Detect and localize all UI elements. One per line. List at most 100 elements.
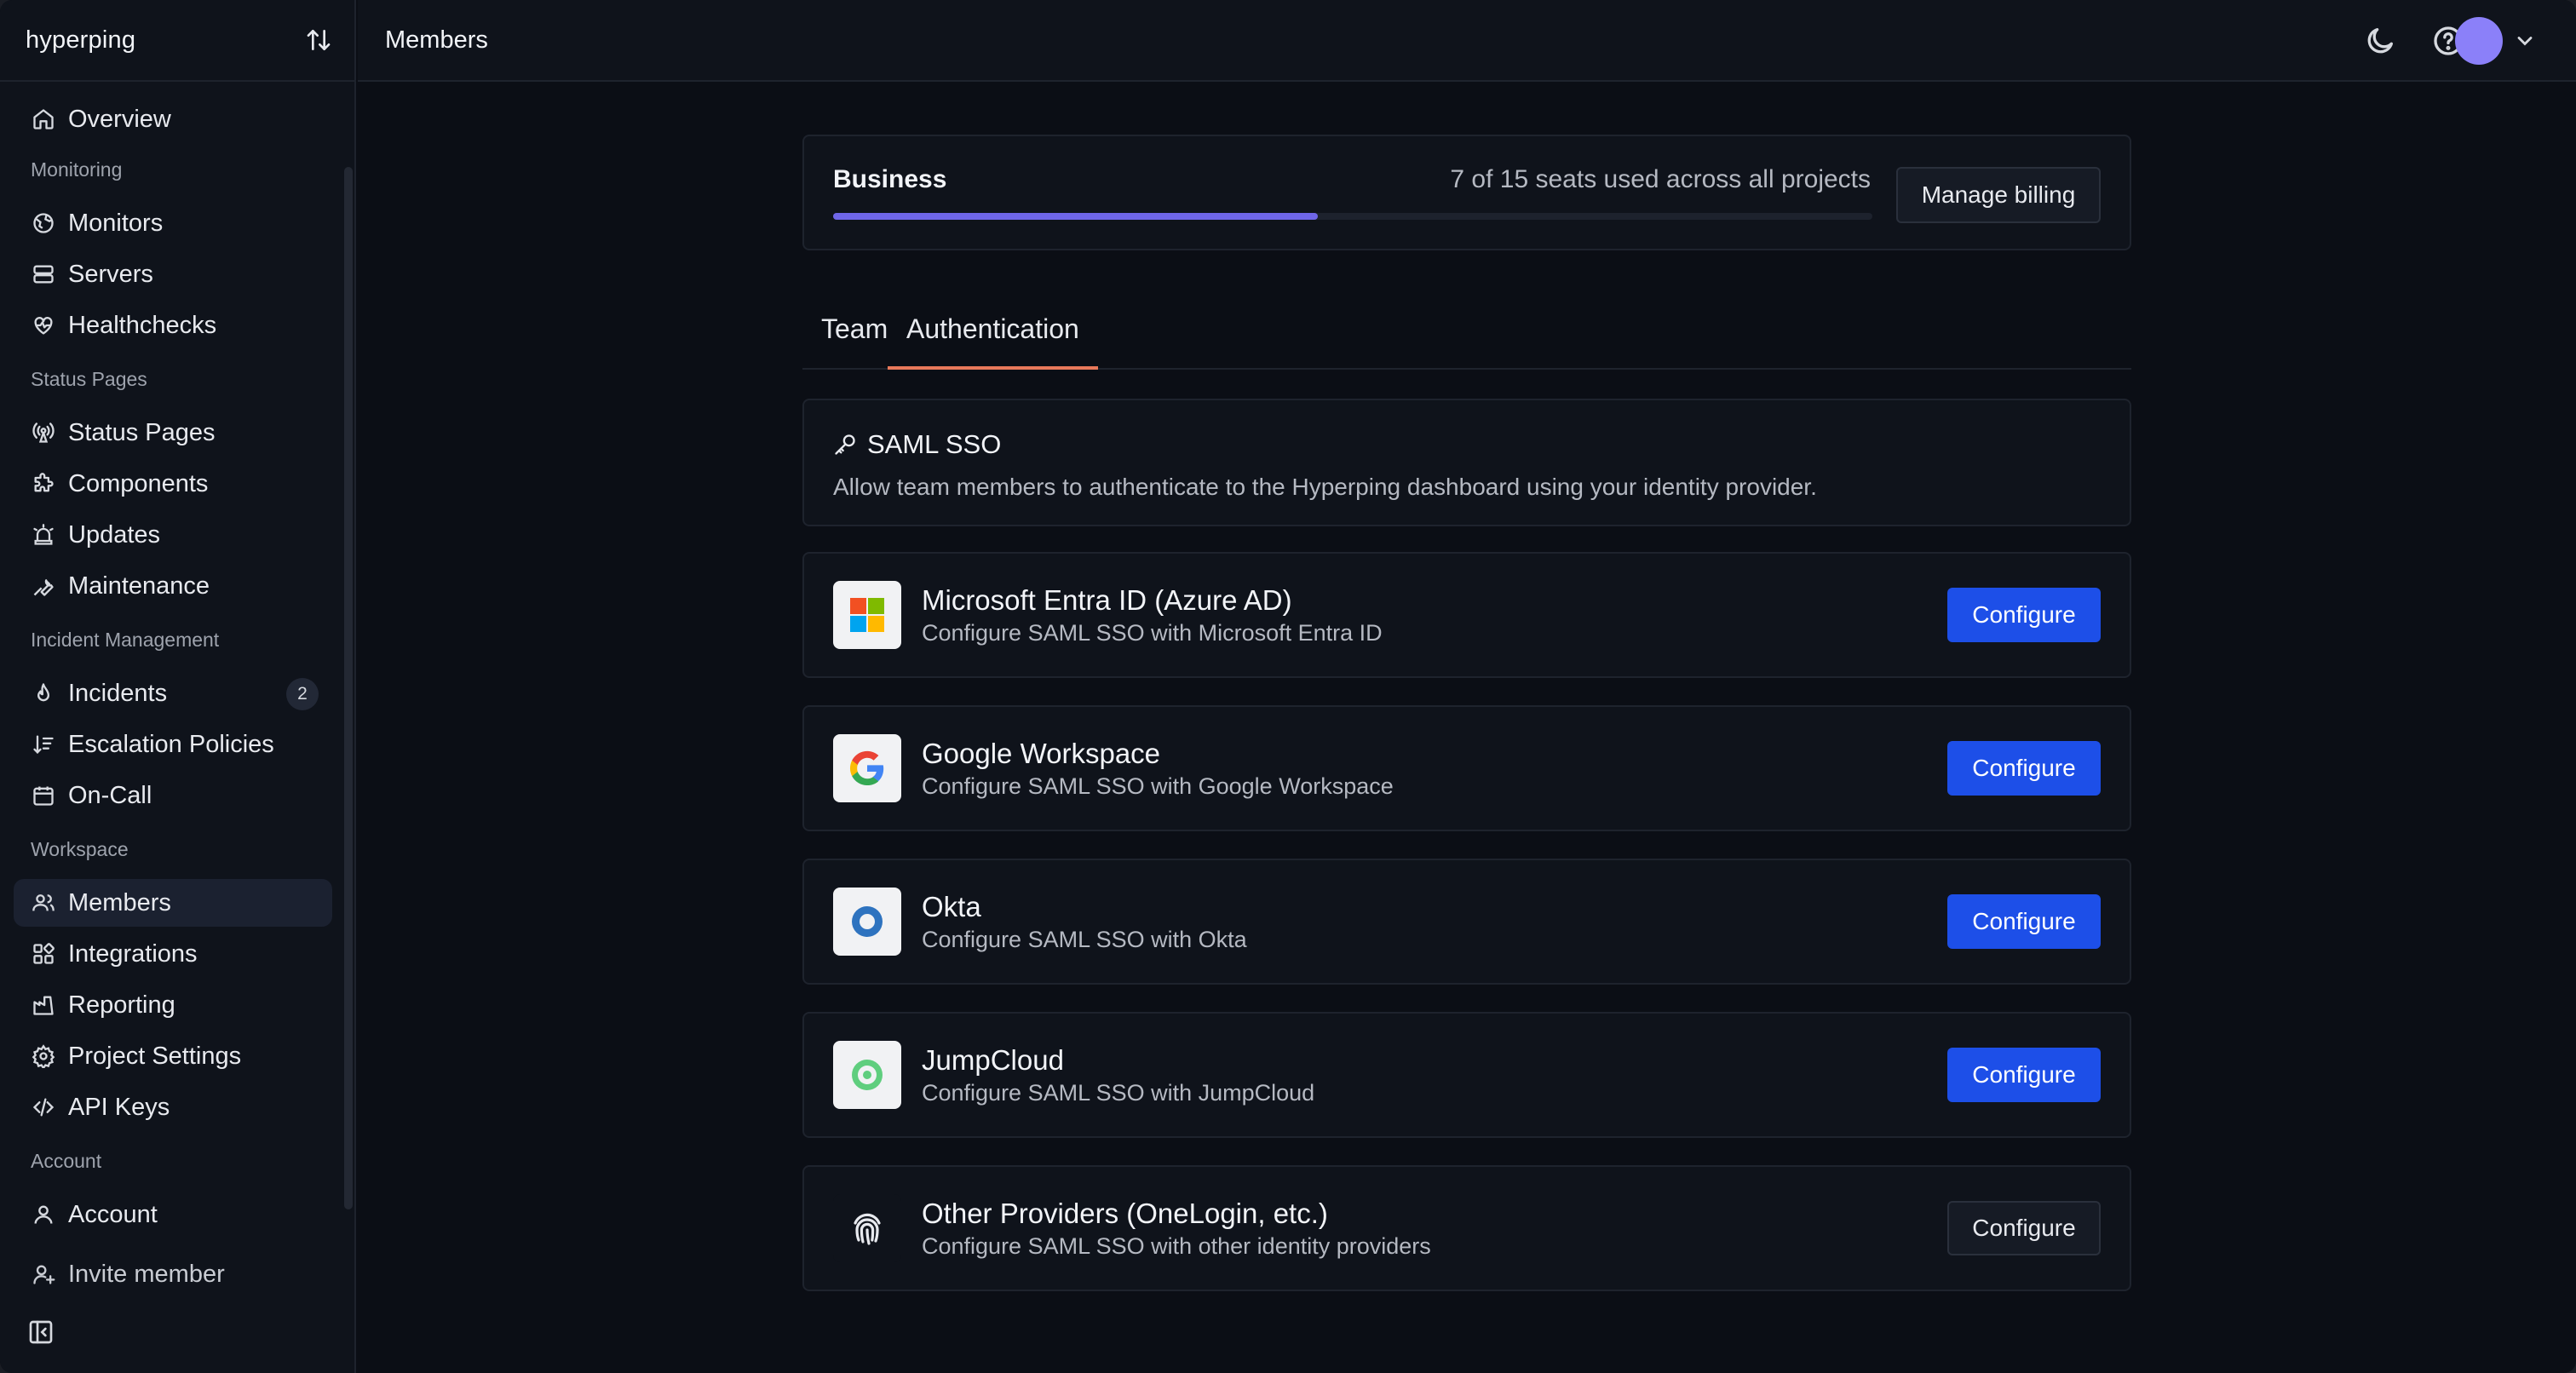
sidebar-item-label: Integrations	[68, 939, 198, 968]
section-label-status-pages: Status Pages	[31, 368, 147, 390]
top-bar: Members	[358, 0, 2576, 82]
invite-member-label: Invite member	[68, 1260, 225, 1288]
tab-team[interactable]: Team	[821, 313, 888, 370]
app-window: hyperping Overview Monitoring Monitors S…	[0, 0, 2576, 1373]
configure-microsoft-button[interactable]: Configure	[1947, 588, 2101, 642]
sidebar-item-label: API Keys	[68, 1093, 170, 1121]
sidebar-item-label: Project Settings	[68, 1042, 242, 1070]
sidebar-item-label: Healthchecks	[68, 311, 217, 339]
user-plus-icon	[31, 1261, 56, 1287]
seats-progress-bar	[833, 213, 1872, 220]
sidebar-item-label: Overview	[68, 105, 171, 133]
sidebar-item-maintenance[interactable]: Maintenance	[14, 562, 332, 610]
saml-description: Allow team members to authenticate to th…	[833, 474, 1817, 500]
microsoft-icon	[833, 581, 901, 649]
plan-name: Business	[833, 165, 947, 193]
sidebar-item-label: Components	[68, 469, 209, 497]
user-menu[interactable]	[2455, 17, 2537, 65]
plan-card: Business 7 of 15 seats used across all p…	[802, 135, 2131, 250]
sidebar-scrollbar[interactable]	[344, 167, 353, 1209]
saml-title: SAML SSO	[833, 429, 1001, 460]
puzzle-icon	[31, 471, 56, 497]
collapse-sidebar-icon[interactable]	[27, 1318, 55, 1346]
broadcast-icon	[31, 420, 56, 445]
blocks-icon	[31, 941, 56, 967]
sidebar-item-reporting[interactable]: Reporting	[14, 981, 332, 1029]
server-icon	[31, 261, 56, 287]
sidebar-item-label: Maintenance	[68, 572, 210, 600]
provider-card-okta: Okta Configure SAML SSO with Okta Config…	[802, 859, 2131, 985]
invite-member-button[interactable]: Invite member	[14, 1250, 332, 1298]
page-title: Members	[385, 26, 488, 54]
sidebar-item-label: Account	[68, 1200, 158, 1228]
sidebar-item-updates[interactable]: Updates	[14, 511, 332, 559]
globe-icon	[31, 210, 56, 236]
sidebar: hyperping Overview Monitoring Monitors S…	[0, 0, 356, 1373]
sidebar-item-api-keys[interactable]: API Keys	[14, 1083, 332, 1131]
user-icon	[31, 1202, 56, 1227]
sidebar-item-project-settings[interactable]: Project Settings	[14, 1032, 332, 1080]
provider-description: Configure SAML SSO with Microsoft Entra …	[922, 620, 1383, 646]
sidebar-item-label: Escalation Policies	[68, 730, 274, 758]
sidebar-item-monitors[interactable]: Monitors	[14, 199, 332, 247]
sidebar-item-label: Servers	[68, 260, 153, 288]
sidebar-item-account[interactable]: Account	[14, 1191, 332, 1238]
provider-card-google: Google Workspace Configure SAML SSO with…	[802, 705, 2131, 831]
sidebar-nav: Overview Monitoring Monitors Servers Hea…	[0, 82, 354, 1373]
key-icon	[835, 434, 855, 455]
provider-card-other: Other Providers (OneLogin, etc.) Configu…	[802, 1165, 2131, 1291]
provider-card-microsoft: Microsoft Entra ID (Azure AD) Configure …	[802, 552, 2131, 678]
sidebar-item-label: Incidents	[68, 679, 168, 707]
section-label-incident-management: Incident Management	[31, 629, 220, 651]
sidebar-item-label: On-Call	[68, 781, 152, 809]
home-icon	[31, 106, 56, 132]
configure-okta-button[interactable]: Configure	[1947, 894, 2101, 949]
sidebar-item-integrations[interactable]: Integrations	[14, 930, 332, 978]
sidebar-item-label: Reporting	[68, 991, 175, 1019]
sidebar-item-incidents[interactable]: Incidents 2	[14, 669, 332, 717]
sort-descending-icon	[31, 732, 56, 757]
sidebar-item-label: Members	[68, 888, 171, 916]
provider-name: Microsoft Entra ID (Azure AD)	[922, 584, 1292, 616]
provider-name: Okta	[922, 891, 981, 922]
sidebar-item-escalation-policies[interactable]: Escalation Policies	[14, 721, 332, 768]
sidebar-item-members[interactable]: Members	[14, 879, 332, 927]
incidents-count-badge: 2	[286, 678, 319, 710]
sidebar-item-overview[interactable]: Overview	[14, 95, 332, 143]
sidebar-item-status-pages[interactable]: Status Pages	[14, 409, 332, 457]
configure-google-button[interactable]: Configure	[1947, 741, 2101, 796]
moon-icon[interactable]	[2363, 24, 2397, 58]
sidebar-item-on-call[interactable]: On-Call	[14, 772, 332, 819]
provider-name: Google Workspace	[922, 738, 1161, 769]
sidebar-item-servers[interactable]: Servers	[14, 250, 332, 298]
provider-name: Other Providers (OneLogin, etc.)	[922, 1198, 1328, 1229]
switch-arrows-icon[interactable]	[305, 26, 332, 54]
saml-title-text: SAML SSO	[867, 429, 1002, 459]
section-label-workspace: Workspace	[31, 838, 129, 860]
saml-sso-card: SAML SSO Allow team members to authentic…	[802, 399, 2131, 526]
wrench-icon	[31, 573, 56, 599]
tab-authentication[interactable]: Authentication	[888, 313, 1098, 370]
provider-description: Configure SAML SSO with JumpCloud	[922, 1080, 1315, 1106]
seats-usage-text: 7 of 15 seats used across all projects	[1450, 165, 1871, 193]
provider-card-jumpcloud: JumpCloud Configure SAML SSO with JumpCl…	[802, 1012, 2131, 1138]
okta-icon	[833, 888, 901, 956]
main-content: Business 7 of 15 seats used across all p…	[358, 83, 2576, 1373]
configure-jumpcloud-button[interactable]: Configure	[1947, 1048, 2101, 1102]
sidebar-item-label: Monitors	[68, 209, 164, 237]
seats-progress-fill	[833, 213, 1319, 220]
workspace-switcher[interactable]: hyperping	[0, 0, 354, 82]
avatar[interactable]	[2455, 17, 2503, 65]
calendar-icon	[31, 783, 56, 808]
chevron-down-icon[interactable]	[2513, 29, 2537, 53]
sidebar-item-label: Status Pages	[68, 418, 216, 446]
provider-description: Configure SAML SSO with Okta	[922, 927, 1247, 952]
manage-billing-button[interactable]: Manage billing	[1896, 167, 2101, 223]
provider-description: Configure SAML SSO with Google Workspace	[922, 773, 1394, 799]
google-icon	[833, 734, 901, 802]
sidebar-item-components[interactable]: Components	[14, 460, 332, 508]
configure-other-button[interactable]: Configure	[1947, 1201, 2101, 1255]
jumpcloud-icon	[833, 1041, 901, 1109]
users-icon	[31, 890, 56, 916]
sidebar-item-healthchecks[interactable]: Healthchecks	[14, 302, 332, 349]
